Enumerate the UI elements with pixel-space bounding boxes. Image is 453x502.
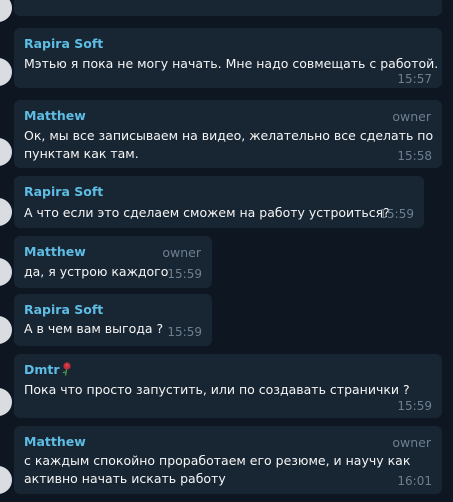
message-bubble[interactable]: Rapira Soft А что если это сделаем сможе… <box>14 176 424 228</box>
sender-name[interactable]: Rapira Soft <box>24 302 103 317</box>
avatar[interactable] <box>0 198 12 226</box>
message-text: Мэтью я пока не могу начать. Мне надо со… <box>24 56 439 71</box>
message-bubble[interactable]: Rapira Soft Мэтью я пока не могу начать.… <box>14 28 442 88</box>
sender-name[interactable]: Matthew <box>24 244 86 259</box>
avatar[interactable] <box>0 58 12 86</box>
rose-icon <box>61 362 72 379</box>
sender-name[interactable]: Matthew <box>24 108 86 123</box>
message-text: с каждым спокойно проработаем его резюме… <box>24 453 411 468</box>
role-badge: owner <box>392 435 431 450</box>
message-time: 15:58 <box>397 149 432 163</box>
message-text: Ок, мы все записываем на видео, желатель… <box>24 128 434 143</box>
message-time: 15:57 <box>397 72 432 86</box>
message-time: 15:59 <box>397 399 432 413</box>
message-text: Пока что просто запустить, или по создав… <box>24 382 410 397</box>
message-bubble[interactable]: Rapira Soft А в чем вам выгода ? 15:59 <box>14 294 212 346</box>
role-badge: owner <box>162 245 201 260</box>
message-bubble[interactable]: Matthew owner Ок, мы все записываем на в… <box>14 100 442 168</box>
avatar[interactable] <box>0 466 12 494</box>
avatar[interactable] <box>0 388 12 416</box>
avatar[interactable] <box>0 0 12 22</box>
message-bubble[interactable]: Matthew owner да, я устрою каждого 15:59 <box>14 236 212 288</box>
message-bubble[interactable]: Matthew owner с каждым спокойно проработ… <box>14 426 442 494</box>
sender-name[interactable]: Rapira Soft <box>24 36 103 51</box>
message-bubble[interactable]: Dmtr Пока что просто запустить, или по с… <box>14 354 442 418</box>
message-text: А в чем вам выгода ? <box>24 321 164 336</box>
sender-name[interactable]: Dmtr <box>24 362 72 379</box>
avatar[interactable] <box>0 316 12 344</box>
message-bubble-partial <box>14 0 442 16</box>
avatar[interactable] <box>0 138 12 166</box>
avatar[interactable] <box>0 258 12 286</box>
sender-name[interactable]: Rapira Soft <box>24 184 103 199</box>
message-text: да, я устрою каждого <box>24 264 169 279</box>
message-time: 15:59 <box>167 267 202 281</box>
role-badge: owner <box>392 109 431 124</box>
message-text: пунктам как там. <box>24 146 139 161</box>
message-time: 15:59 <box>379 207 414 221</box>
message-text: А что если это сделаем сможем на работу … <box>24 205 390 220</box>
message-time: 15:59 <box>167 325 202 339</box>
sender-name-text: Dmtr <box>24 362 60 377</box>
message-time: 16:01 <box>397 474 432 488</box>
chat-history: Rapira Soft Мэтью я пока не могу начать.… <box>0 0 453 502</box>
message-text: активно начать искать работу <box>24 471 226 486</box>
sender-name[interactable]: Matthew <box>24 434 86 449</box>
